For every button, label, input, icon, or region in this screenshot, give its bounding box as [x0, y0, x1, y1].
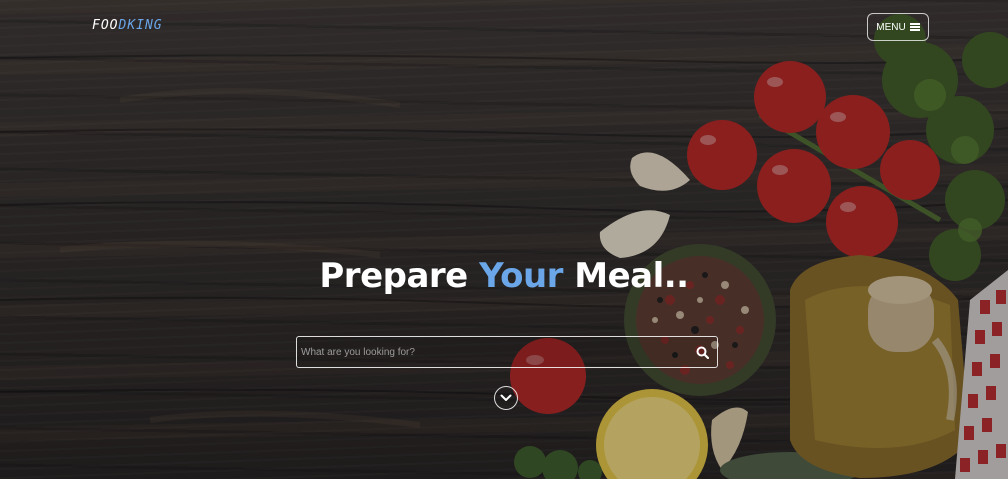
headline-text-end: Meal..	[562, 256, 689, 296]
search-button[interactable]	[687, 338, 717, 366]
chevron-down-icon	[500, 394, 512, 401]
site-logo[interactable]: FOODKING	[92, 18, 163, 33]
search-input[interactable]	[297, 338, 687, 366]
headline-text-start: Prepare	[319, 256, 480, 296]
search-icon	[696, 346, 709, 359]
headline-text-accent: Your	[479, 256, 563, 296]
logo-text-part1: FOO	[92, 18, 119, 33]
hero-headline: Prepare Your Meal..	[0, 256, 1008, 296]
scroll-down-button[interactable]	[494, 386, 518, 410]
hamburger-icon	[909, 23, 920, 31]
logo-text-part3: KING	[127, 18, 163, 33]
menu-button[interactable]: MENU	[867, 13, 929, 41]
hero-section: FOODKING MENU Prepare Your Meal..	[0, 0, 1008, 479]
search-bar	[296, 336, 718, 368]
menu-button-label: MENU	[876, 21, 906, 33]
logo-text-accent: D	[118, 18, 128, 33]
